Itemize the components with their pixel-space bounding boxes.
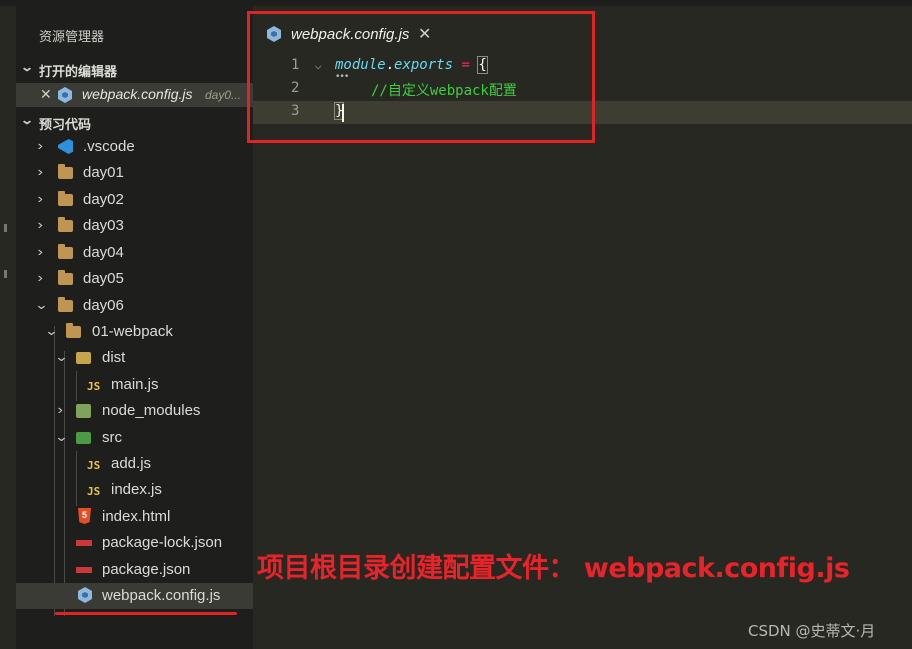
chevron-down-icon: ⌄: [54, 429, 69, 444]
tree-item-label: add.js: [111, 455, 152, 472]
node-folder-icon: [76, 403, 92, 418]
folder-icon: [58, 217, 74, 233]
activity-indicator: [4, 224, 7, 232]
tree-item-dist[interactable]: ⌄ dist: [16, 345, 253, 371]
annotation-highlight-box: [247, 11, 595, 143]
vscode-folder-icon: [58, 139, 74, 154]
tree-item-label: src: [102, 429, 122, 446]
tree-item-label: index.js: [111, 481, 162, 498]
chevron-down-icon: ⌄: [34, 297, 49, 312]
npm-file-icon: [76, 535, 92, 550]
tree-item-label: day05: [83, 270, 124, 287]
chevron-right-icon: ›: [37, 138, 43, 153]
tree-item-label: .vscode: [83, 138, 135, 155]
chevron-right-icon: ›: [37, 217, 43, 232]
tree-item-label: webpack.config.js: [102, 587, 221, 604]
watermark: CSDN @史蒂文·月: [748, 622, 876, 640]
js-file-icon: JS: [87, 459, 101, 472]
npm-file-icon: [76, 562, 92, 577]
tree-item-label: index.html: [102, 508, 171, 525]
tree-item-day04[interactable]: › day04: [16, 240, 253, 266]
tree-item-index-js[interactable]: JS index.js: [16, 477, 253, 503]
js-file-icon: JS: [87, 380, 101, 393]
webpack-file-icon: [58, 87, 72, 103]
folder-open-icon: [66, 323, 82, 339]
tree-item-package-lock[interactable]: package-lock.json: [16, 530, 253, 556]
tree-item-label: 01-webpack: [92, 323, 173, 340]
open-editor-item[interactable]: ✕ webpack.config.js day0...: [16, 83, 253, 107]
dist-folder-icon: [76, 350, 92, 365]
explorer-title: 资源管理器: [39, 29, 105, 44]
html-file-icon: 5: [78, 508, 94, 524]
tree-item-label: node_modules: [102, 402, 201, 419]
open-editors-section[interactable]: ⌄ 打开的编辑器: [16, 58, 253, 80]
tree-item-label: package.json: [102, 561, 191, 578]
annotation-underline: [55, 612, 237, 615]
chevron-down-icon: ⌄: [44, 323, 59, 338]
tree-item-label: package-lock.json: [102, 534, 223, 551]
chevron-down-icon: ⌄: [54, 349, 69, 364]
tree-item-day02[interactable]: › day02: [16, 187, 253, 213]
open-editor-dir: day0...: [205, 88, 242, 102]
chevron-right-icon: ›: [37, 191, 43, 206]
open-editors-label: 打开的编辑器: [39, 64, 118, 79]
folder-icon: [58, 244, 74, 260]
folder-icon: [58, 164, 74, 180]
explorer-sidebar: 资源管理器 ⌄ 打开的编辑器 ✕ webpack.config.js day0.…: [16, 6, 253, 649]
chevron-right-icon: ›: [37, 270, 43, 285]
tree-item-webpack-config[interactable]: webpack.config.js: [16, 583, 253, 609]
tree-item-label: day04: [83, 244, 124, 261]
open-editor-name: webpack.config.js: [82, 86, 193, 102]
chevron-down-icon: ⌄: [19, 60, 35, 74]
tree-item-package-json[interactable]: package.json: [16, 557, 253, 583]
tree-item-day01[interactable]: › day01: [16, 160, 253, 186]
folder-icon: [58, 191, 74, 207]
folder-open-icon: [58, 297, 74, 313]
tree-item-src[interactable]: ⌄ src: [16, 425, 253, 451]
tree-item-node-modules[interactable]: › node_modules: [16, 398, 253, 424]
webpack-file-icon: [78, 587, 94, 603]
folder-icon: [58, 270, 74, 286]
chevron-right-icon: ›: [37, 244, 43, 259]
tree-item-label: main.js: [111, 376, 159, 393]
tree-item-label: day01: [83, 164, 124, 181]
tree-item-day03[interactable]: › day03: [16, 213, 253, 239]
tree-item-main-js[interactable]: JS main.js: [16, 372, 253, 398]
close-icon[interactable]: ✕: [40, 86, 52, 103]
tree-item-label: dist: [102, 349, 126, 366]
annotation-text: 项目根目录创建配置文件： webpack.config.js: [257, 553, 850, 584]
tree-item-label: day06: [83, 297, 124, 314]
tree-item-vscode[interactable]: › .vscode: [16, 134, 253, 160]
project-section[interactable]: ⌄ 预习代码: [16, 111, 253, 133]
chevron-right-icon: ›: [37, 164, 43, 179]
tree-item-day05[interactable]: › day05: [16, 266, 253, 292]
project-label: 预习代码: [39, 117, 92, 132]
tree-item-day06[interactable]: ⌄ day06: [16, 293, 253, 319]
tree-item-label: day03: [83, 217, 124, 234]
js-file-icon: JS: [87, 485, 101, 498]
activity-bar: [0, 6, 16, 649]
tree-item-index-html[interactable]: 5 index.html: [16, 504, 253, 530]
activity-indicator: [4, 270, 7, 278]
chevron-down-icon: ⌄: [19, 113, 35, 127]
chevron-right-icon: ›: [57, 402, 63, 417]
src-folder-icon: [76, 430, 92, 445]
tree-item-01-webpack[interactable]: ⌄ 01-webpack: [16, 319, 253, 345]
tree-item-add-js[interactable]: JS add.js: [16, 451, 253, 477]
tree-item-label: day02: [83, 191, 124, 208]
